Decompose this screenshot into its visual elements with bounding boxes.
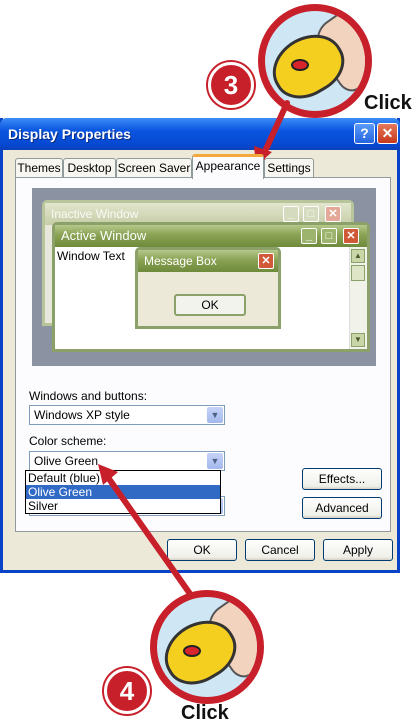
tab-appearance[interactable]: Appearance: [192, 154, 264, 179]
mouse-button-icon: [183, 645, 201, 657]
arrow-to-olive-green: [98, 464, 203, 611]
step4-callout: [150, 590, 264, 704]
click-label-4: Click: [181, 702, 229, 724]
step-number-4: 4: [104, 668, 150, 714]
